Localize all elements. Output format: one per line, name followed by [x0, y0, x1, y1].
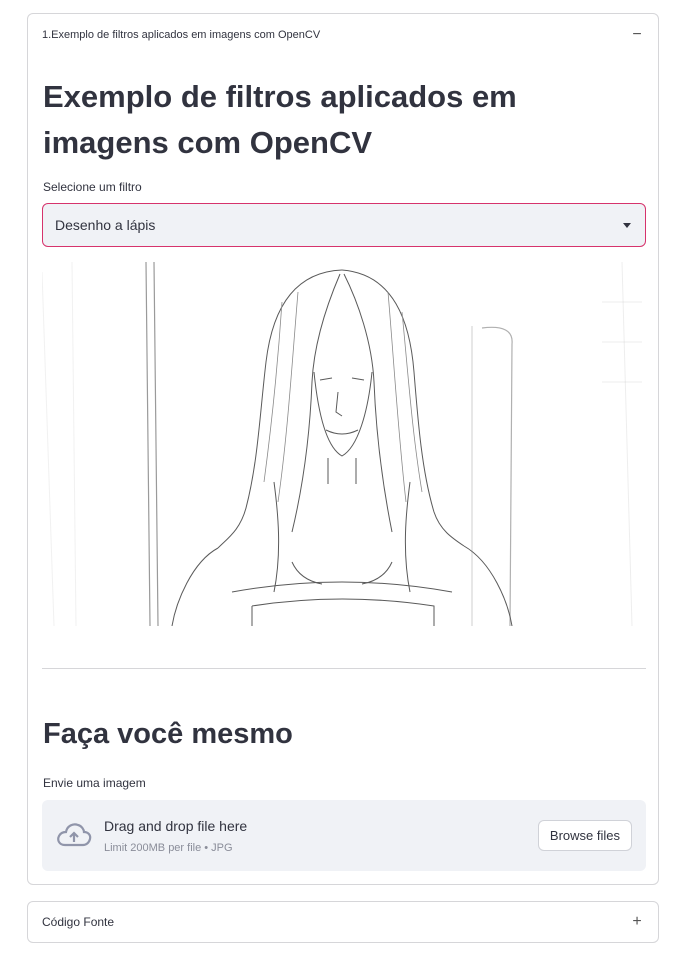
filter-select-label: Selecione um filtro — [43, 180, 142, 194]
plus-icon[interactable]: + — [630, 913, 644, 931]
source-code-expander: Código Fonte + — [27, 901, 659, 943]
section-title: Faça você mesmo — [43, 718, 293, 750]
file-dropzone[interactable]: Drag and drop file here Limit 200MB per … — [42, 800, 646, 871]
filter-select[interactable]: Desenho a lápis — [42, 203, 646, 247]
filters-expander: 1.Exemplo de filtros aplicados em imagen… — [27, 13, 659, 885]
browse-files-button[interactable]: Browse files — [537, 820, 632, 851]
source-code-expander-header[interactable]: Código Fonte + — [42, 902, 644, 942]
filtered-image — [42, 262, 646, 626]
source-code-expander-title: Código Fonte — [42, 915, 115, 929]
dropzone-instructions: Drag and drop file here — [104, 818, 248, 834]
upload-label: Envie uma imagem — [43, 776, 146, 790]
minus-icon[interactable]: − — [630, 26, 644, 44]
pencil-sketch-portrait — [42, 262, 642, 626]
cloud-upload-icon — [57, 823, 92, 847]
section-divider — [42, 668, 646, 669]
dropzone-limit: Limit 200MB per file • JPG — [104, 842, 233, 854]
page-title: Exemplo de filtros aplicados em imagens … — [43, 79, 517, 160]
filters-expander-title: 1.Exemplo de filtros aplicados em imagen… — [42, 29, 321, 41]
chevron-down-icon[interactable] — [623, 222, 631, 228]
filter-select-value: Desenho a lápis — [55, 217, 156, 233]
filters-expander-header[interactable]: 1.Exemplo de filtros aplicados em imagen… — [42, 14, 644, 56]
